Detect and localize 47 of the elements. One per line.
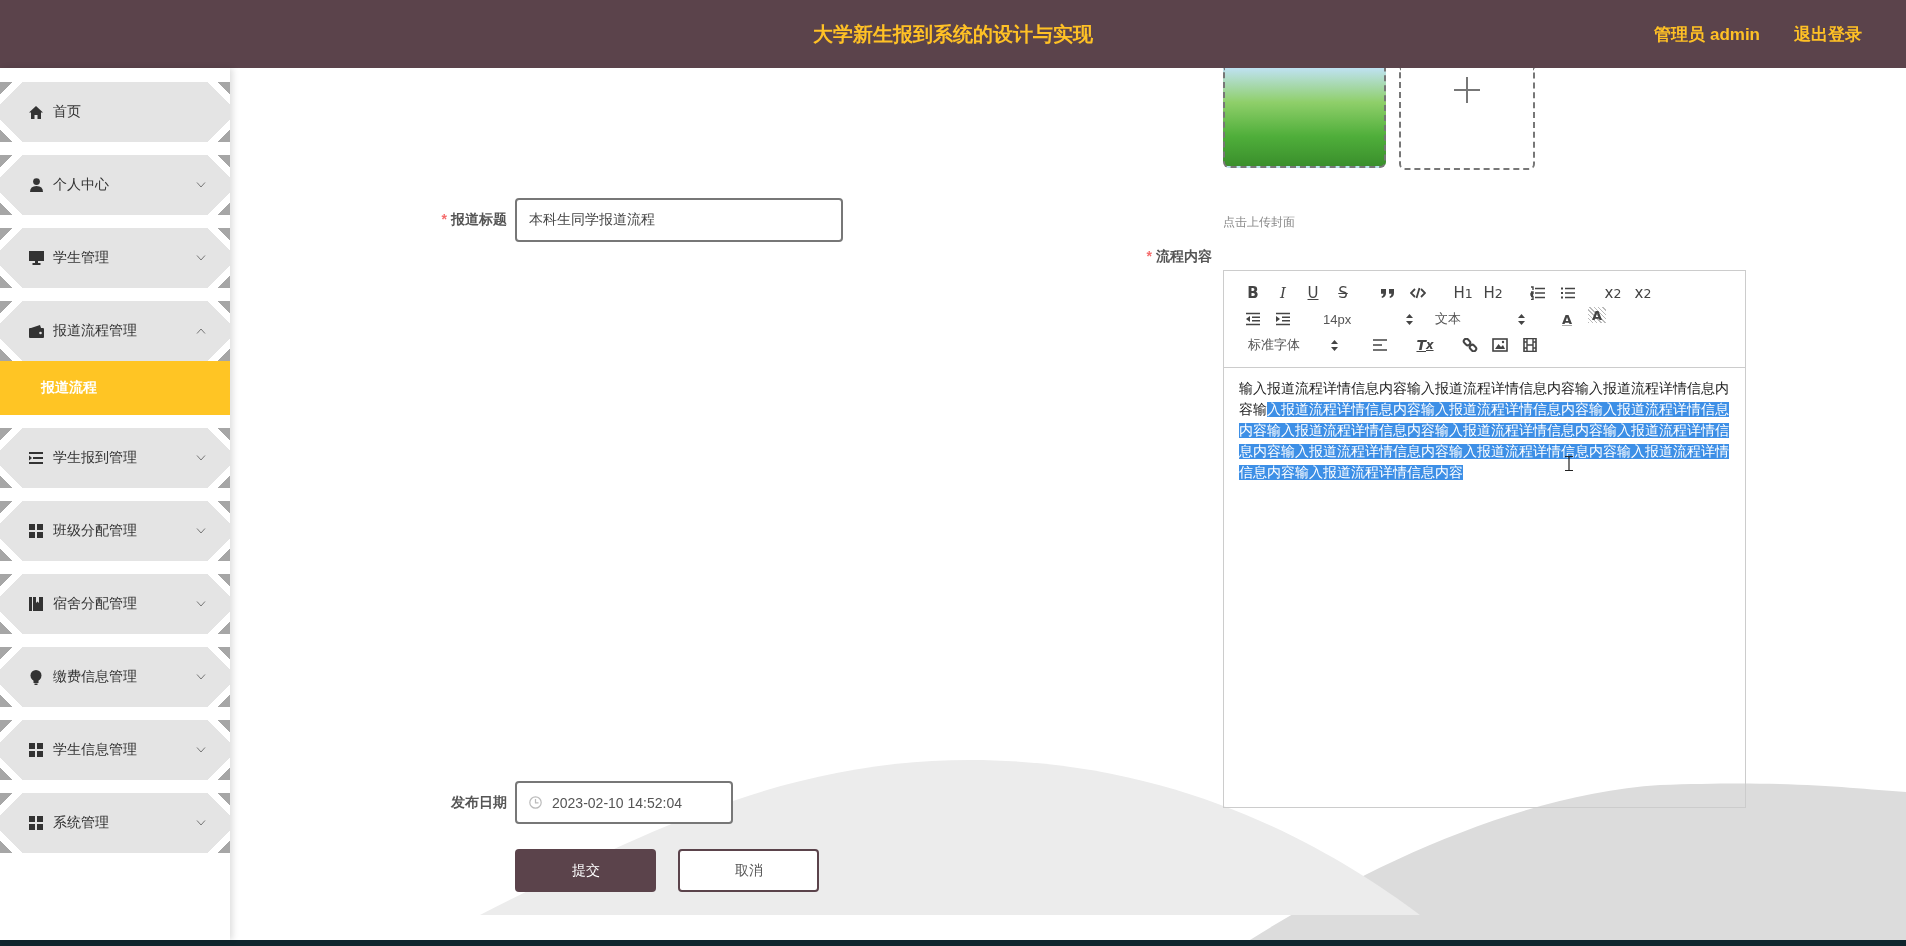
date-input[interactable]: 2023-02-10 14:52:04 [515,781,733,824]
grid-icon [29,816,43,830]
dropdown-select[interactable]: 14px [1313,307,1425,331]
field-label: 发布日期 [450,793,508,812]
italic-button[interactable]: I [1268,281,1298,305]
home-icon [29,105,43,119]
up-down-caret-icon [1406,313,1413,325]
dropdown-select[interactable]: 文本 [1425,307,1537,331]
strikethrough-button[interactable]: S [1328,281,1358,305]
clock-icon [529,796,542,809]
list-icon [29,452,43,464]
dropdown-select[interactable]: 标准字体 [1238,333,1350,357]
sidebar-item[interactable]: 学生管理 [0,228,230,288]
sidebar-item[interactable]: 首页 [0,82,230,142]
bold-button[interactable]: B [1238,281,1268,305]
plus-icon [1454,77,1480,103]
sidebar-item[interactable]: 班级分配管理 [0,501,230,561]
logout-link[interactable]: 退出登录 [1794,22,1862,46]
cancel-button[interactable]: 取消 [678,849,819,892]
up-down-caret-icon [1331,339,1338,351]
book-icon [29,597,43,611]
text-color-button[interactable]: A [1552,307,1582,331]
sidebar-item[interactable]: 宿舍分配管理 [0,574,230,634]
monitor-icon [28,251,44,265]
background-color-button[interactable]: A [1588,307,1606,323]
grid-icon [29,743,43,757]
sidebar-item[interactable]: 学生信息管理 [0,720,230,780]
field-label: * 报道标题 [440,211,508,229]
upload-button[interactable] [1399,68,1535,170]
upload-hint: 点击上传封面 [1223,214,1296,231]
user-name: 管理员 admin [1654,23,1760,46]
up-down-caret-icon [1518,313,1525,325]
app-title: 大学新生报到系统的设计与实现 [813,21,1093,47]
wallet-icon [28,324,44,338]
sidebar-item[interactable]: 报道流程管理 [0,301,230,361]
user-icon [29,178,43,192]
sidebar-item[interactable]: 个人中心 [0,155,230,215]
submit-button[interactable]: 提交 [515,849,656,892]
grid-icon [29,524,43,538]
sidebar-item[interactable]: 缴费信息管理 [0,647,230,707]
title-input[interactable]: 本科生同学报道流程 [515,198,843,242]
field-label: * 流程内容 [1146,248,1212,266]
bulb-icon [30,669,42,685]
sidebar-item[interactable]: 系统管理 [0,793,230,853]
text-cursor-icon [1565,456,1573,471]
sidebar-item[interactable]: 学生报到管理 [0,428,230,488]
underline-button[interactable]: U [1298,281,1328,305]
